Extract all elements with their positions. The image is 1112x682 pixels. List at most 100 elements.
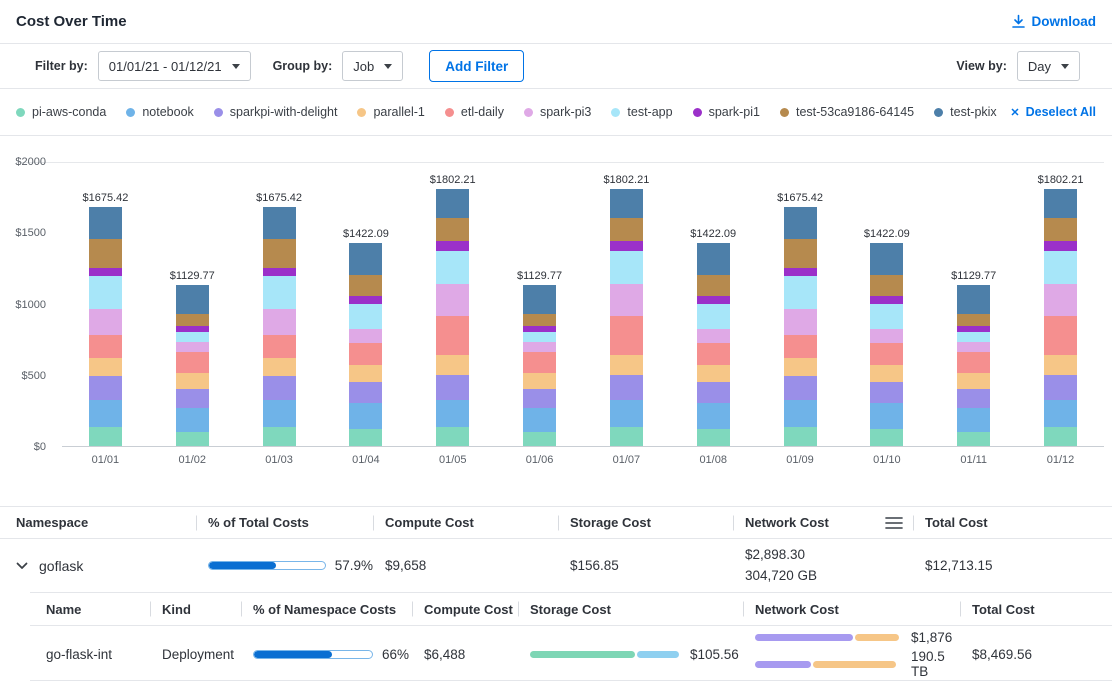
bar-segment-notebook[interactable] [523,408,556,432]
workload-row-go-flask-int[interactable]: go-flask-int Deployment 66% $6,488 $105.… [30,626,1112,681]
bar-segment-notebook[interactable] [610,400,643,427]
legend-item-notebook[interactable]: notebook [126,105,193,119]
bar-segment-test-53ca9186-64145[interactable] [263,239,296,268]
bar-segment-test-pkix[interactable] [957,285,990,313]
bar-segment-spark-pi3[interactable] [697,329,730,343]
bar-segment-test-pkix[interactable] [870,243,903,275]
bar-segment-etl-daily[interactable] [349,343,382,364]
legend-item-spark-pi1[interactable]: spark-pi1 [693,105,760,119]
bar-segment-test-53ca9186-64145[interactable] [176,314,209,327]
bar-01/05[interactable]: $1802.21 [409,162,496,446]
bar-segment-parallel-1[interactable] [263,358,296,377]
bar-segment-test-pkix[interactable] [784,207,817,239]
bar-segment-pi-aws-conda[interactable] [89,427,122,446]
bar-segment-test-app[interactable] [523,332,556,342]
legend-item-sparkpi-with-delight[interactable]: sparkpi-with-delight [214,105,338,119]
bar-segment-test-pkix[interactable] [176,285,209,313]
legend-item-test-53ca9186-64145[interactable]: test-53ca9186-64145 [780,105,914,119]
bar-segment-pi-aws-conda[interactable] [784,427,817,446]
bar-segment-etl-daily[interactable] [610,316,643,354]
bar-segment-spark-pi3[interactable] [1044,284,1077,317]
bar-segment-parallel-1[interactable] [176,373,209,389]
bar-segment-spark-pi1[interactable] [349,296,382,303]
legend-item-test-pkix[interactable]: test-pkix [934,105,997,119]
bar-segment-etl-daily[interactable] [176,352,209,373]
bar-segment-pi-aws-conda[interactable] [697,429,730,446]
bar-segment-spark-pi3[interactable] [349,329,382,343]
bar-01/12[interactable]: $1802.21 [1017,162,1104,446]
bar-segment-pi-aws-conda[interactable] [436,427,469,446]
bar-segment-test-53ca9186-64145[interactable] [349,275,382,296]
bar-segment-etl-daily[interactable] [523,352,556,373]
bar-segment-spark-pi3[interactable] [523,342,556,352]
bar-segment-spark-pi1[interactable] [89,268,122,277]
bar-segment-sparkpi-with-delight[interactable] [957,389,990,408]
bar-segment-notebook[interactable] [957,408,990,432]
bar-segment-spark-pi1[interactable] [436,241,469,251]
bar-segment-test-pkix[interactable] [436,189,469,218]
bar-segment-test-53ca9186-64145[interactable] [436,218,469,241]
bar-segment-pi-aws-conda[interactable] [957,432,990,446]
bar-segment-test-app[interactable] [436,251,469,284]
download-button[interactable]: Download [1011,14,1097,29]
bar-segment-test-53ca9186-64145[interactable] [697,275,730,296]
bar-segment-spark-pi1[interactable] [610,241,643,251]
bar-segment-notebook[interactable] [89,400,122,427]
bar-segment-test-app[interactable] [176,332,209,342]
legend-item-pi-aws-conda[interactable]: pi-aws-conda [16,105,106,119]
bar-segment-spark-pi1[interactable] [263,268,296,277]
bar-segment-pi-aws-conda[interactable] [263,427,296,446]
bar-segment-pi-aws-conda[interactable] [176,432,209,446]
bar-01/11[interactable]: $1129.77 [930,162,1017,446]
bar-segment-parallel-1[interactable] [349,365,382,382]
bar-segment-spark-pi1[interactable] [784,268,817,277]
legend-item-parallel-1[interactable]: parallel-1 [357,105,424,119]
bar-segment-etl-daily[interactable] [784,335,817,358]
column-settings-icon[interactable] [885,516,903,530]
legend-item-etl-daily[interactable]: etl-daily [445,105,504,119]
bar-segment-test-pkix[interactable] [610,189,643,218]
bar-segment-notebook[interactable] [870,403,903,429]
bar-segment-test-pkix[interactable] [349,243,382,275]
view-by-dropdown[interactable]: Day [1017,51,1080,81]
bar-segment-sparkpi-with-delight[interactable] [263,376,296,400]
group-by-dropdown[interactable]: Job [342,51,403,81]
bar-segment-test-53ca9186-64145[interactable] [610,218,643,241]
bar-segment-test-53ca9186-64145[interactable] [523,314,556,327]
bar-segment-spark-pi1[interactable] [1044,241,1077,251]
bar-segment-etl-daily[interactable] [1044,316,1077,354]
bar-segment-spark-pi3[interactable] [436,284,469,317]
bar-01/09[interactable]: $1675.42 [757,162,844,446]
bar-segment-parallel-1[interactable] [610,355,643,375]
bar-segment-test-53ca9186-64145[interactable] [89,239,122,268]
bar-segment-spark-pi3[interactable] [610,284,643,317]
bar-segment-spark-pi3[interactable] [784,309,817,335]
bar-segment-notebook[interactable] [1044,400,1077,427]
bar-segment-pi-aws-conda[interactable] [1044,427,1077,446]
bar-segment-test-app[interactable] [349,304,382,330]
bar-segment-sparkpi-with-delight[interactable] [697,382,730,403]
bar-segment-pi-aws-conda[interactable] [523,432,556,446]
bar-segment-sparkpi-with-delight[interactable] [1044,375,1077,401]
bar-segment-parallel-1[interactable] [957,373,990,389]
bar-segment-parallel-1[interactable] [784,358,817,377]
bar-segment-test-pkix[interactable] [523,285,556,313]
deselect-all-button[interactable]: ✕ Deselect All [1010,105,1096,119]
bar-segment-spark-pi1[interactable] [870,296,903,303]
bar-segment-spark-pi3[interactable] [89,309,122,335]
bar-segment-test-pkix[interactable] [263,207,296,239]
bar-segment-test-app[interactable] [263,276,296,309]
bar-01/06[interactable]: $1129.77 [496,162,583,446]
bar-01/01[interactable]: $1675.42 [62,162,149,446]
bar-segment-test-app[interactable] [697,304,730,330]
bar-segment-parallel-1[interactable] [1044,355,1077,375]
add-filter-button[interactable]: Add Filter [429,50,524,82]
bar-segment-spark-pi3[interactable] [263,309,296,335]
bar-segment-sparkpi-with-delight[interactable] [349,382,382,403]
bar-segment-parallel-1[interactable] [89,358,122,377]
bar-segment-test-app[interactable] [957,332,990,342]
bar-segment-sparkpi-with-delight[interactable] [610,375,643,401]
bar-segment-etl-daily[interactable] [870,343,903,364]
bar-segment-test-pkix[interactable] [697,243,730,275]
bar-segment-parallel-1[interactable] [697,365,730,382]
